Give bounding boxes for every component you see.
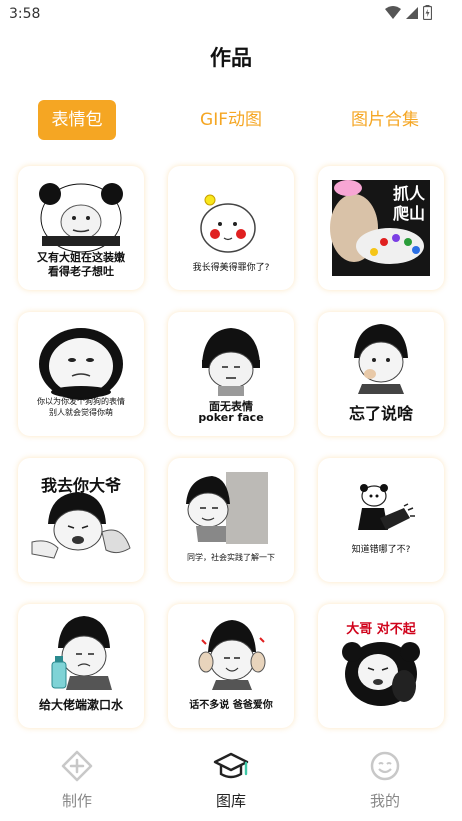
sticker-caption-line: 看得老子想吐 bbox=[48, 265, 114, 278]
sticker-caption-line: 大哥 对不起 bbox=[346, 622, 416, 637]
sticker-caption-line: 同学，社会实践了解一下 bbox=[187, 553, 275, 562]
nav-label: 图库 bbox=[215, 792, 246, 810]
sticker-card[interactable]: 又有大姐在这装嫩 看得老子想吐 bbox=[18, 166, 144, 290]
tab-emoji[interactable]: 表情包 bbox=[38, 100, 116, 140]
sticker-card[interactable]: 我长得美得罪你了? bbox=[168, 166, 294, 290]
sticker-card[interactable]: 我去你大爷 bbox=[18, 458, 144, 582]
sticker-image bbox=[358, 484, 415, 530]
status-bar: 3:58 bbox=[0, 0, 462, 28]
sticker-card[interactable]: 同学，社会实践了解一下 bbox=[168, 458, 294, 582]
sticker-card[interactable]: 大哥 对不起 bbox=[318, 604, 444, 728]
nav-label: 我的 bbox=[369, 792, 400, 810]
nav-item-gallery[interactable]: 图库 bbox=[191, 750, 271, 811]
tab-gif[interactable]: GIF动图 bbox=[190, 100, 272, 140]
status-icons bbox=[385, 5, 432, 20]
graduation-cap-icon bbox=[213, 752, 249, 779]
bottom-nav: 制作 图库 我的 bbox=[0, 742, 462, 821]
sticker-card[interactable]: 知道错哪了不? bbox=[318, 458, 444, 582]
nav-item-make[interactable]: 制作 bbox=[37, 750, 117, 811]
status-time: 3:58 bbox=[9, 6, 41, 22]
signal-icon bbox=[406, 6, 418, 19]
sticker-caption-line: 知道错哪了不? bbox=[351, 545, 411, 555]
sticker-card[interactable]: 你以为你发个狗狗的表情 别人就会觉得你萌 bbox=[18, 312, 144, 436]
sticker-card[interactable]: 忘了说啥 bbox=[318, 312, 444, 436]
category-tabs: 表情包 GIF动图 图片合集 bbox=[0, 100, 462, 142]
wifi-icon bbox=[385, 5, 401, 19]
battery-icon bbox=[423, 5, 432, 20]
sticker-caption-line: poker face bbox=[198, 411, 264, 424]
smiley-face-icon bbox=[370, 751, 400, 781]
plus-diamond-icon bbox=[61, 750, 93, 782]
sticker-caption-line: 我去你大爷 bbox=[40, 476, 121, 495]
sticker-image bbox=[186, 472, 268, 544]
sticker-caption-line: 我长得美得罪你了? bbox=[192, 263, 270, 273]
sticker-card[interactable]: 抓人 爬山 bbox=[318, 166, 444, 290]
sticker-grid: 又有大姐在这装嫩 看得老子想吐 我长得美得罪你了? 抓人 爬山 你以为你发个狗狗… bbox=[18, 166, 444, 728]
nav-item-mine[interactable]: 我的 bbox=[345, 750, 425, 811]
sticker-caption-line: 忘了说啥 bbox=[348, 404, 413, 423]
sticker-caption-line: 别人就会觉得你萌 bbox=[49, 408, 113, 417]
nav-label: 制作 bbox=[61, 792, 92, 810]
sticker-card[interactable]: 面无表情 poker face bbox=[168, 312, 294, 436]
sticker-caption-line: 给大佬端漱口水 bbox=[38, 698, 123, 712]
tab-collection[interactable]: 图片合集 bbox=[340, 100, 430, 140]
sticker-caption-line: 你以为你发个狗狗的表情 bbox=[37, 397, 125, 406]
sticker-caption-line: 话不多说 爸爸爱你 bbox=[189, 700, 273, 711]
page-title: 作品 bbox=[210, 46, 252, 70]
sticker-card[interactable]: 话不多说 爸爸爱你 bbox=[168, 604, 294, 728]
sticker-card[interactable]: 给大佬端漱口水 bbox=[18, 604, 144, 728]
sticker-caption-line: 爬山 bbox=[392, 204, 425, 223]
